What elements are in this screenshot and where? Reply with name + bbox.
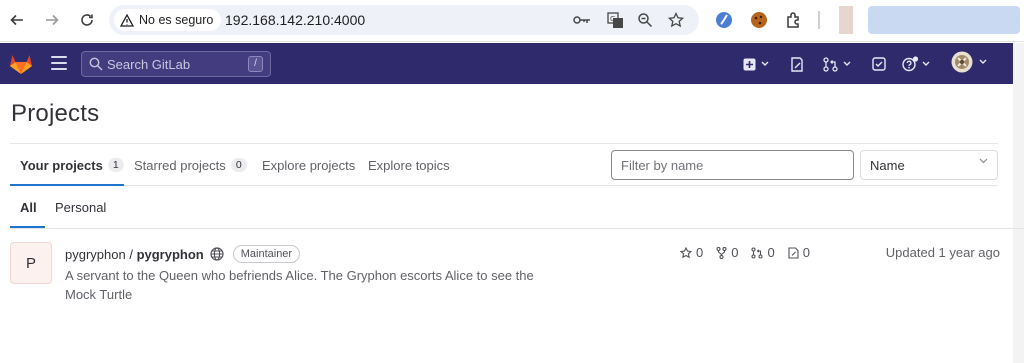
security-chip[interactable]: No es seguro — [114, 9, 222, 31]
help-question-icon — [902, 56, 919, 72]
extension-blue-icon[interactable] — [713, 9, 735, 31]
chevron-down-icon — [761, 61, 769, 66]
search-shortcut-key: / — [248, 56, 263, 72]
page-title: Projects — [11, 100, 100, 127]
zoom-icon[interactable] — [636, 11, 654, 29]
subtab-all[interactable]: All — [20, 186, 37, 228]
password-key-icon[interactable] — [573, 11, 591, 29]
search-icon — [89, 57, 103, 71]
chevron-down-icon — [843, 61, 851, 66]
issues-button[interactable] — [790, 55, 804, 73]
tab-explore-projects[interactable]: Explore projects — [262, 144, 355, 186]
sort-selected-value: Name — [870, 158, 905, 173]
back-arrow-icon[interactable] — [5, 8, 29, 32]
project-link[interactable]: pygryphon / pygryphon — [65, 247, 204, 262]
chevron-down-icon — [979, 59, 987, 64]
translate-icon[interactable]: G — [606, 11, 624, 29]
issues-count: 0 — [802, 245, 810, 260]
fork-icon — [716, 246, 727, 259]
toolbar-divider — [818, 11, 820, 29]
tab-starred-projects[interactable]: Starred projects 0 — [134, 144, 247, 186]
user-avatar — [951, 51, 973, 73]
project-list-item: P pygryphon / pygryphon Maintainer A ser… — [10, 242, 1000, 302]
role-badge: Maintainer — [232, 245, 301, 263]
updated-timestamp: Updated 1 year ago — [885, 245, 1000, 260]
plus-square-icon — [743, 58, 756, 70]
subtab-label: Personal — [55, 199, 107, 215]
url-text[interactable]: 192.168.142.210:4000 — [225, 12, 365, 28]
main-menu-icon[interactable] — [51, 56, 67, 70]
search-placeholder: Search GitLab — [107, 57, 191, 72]
chevron-down-icon — [922, 61, 930, 66]
merge-request-icon — [823, 56, 838, 72]
tab-label: Starred projects — [134, 157, 226, 173]
star-icon — [680, 246, 692, 258]
project-name: pygryphon — [136, 246, 204, 262]
active-subtab-indicator — [10, 226, 45, 228]
chevron-down-icon — [979, 158, 988, 164]
issues-icon — [791, 56, 803, 72]
tab-label: Explore projects — [262, 157, 356, 173]
todo-button[interactable] — [872, 55, 886, 73]
address-bar[interactable]: No es seguro 192.168.142.210:4000 G — [109, 5, 699, 35]
merge-request-icon — [751, 246, 764, 259]
create-new-button[interactable] — [743, 55, 769, 73]
globe-public-icon — [210, 247, 224, 261]
blurred-profile-area — [868, 6, 1020, 34]
project-description: A servant to the Queen who befriends Ali… — [65, 268, 534, 302]
project-namespace: pygryphon / — [65, 246, 133, 262]
merge-requests-stat[interactable]: 0 — [751, 245, 775, 260]
count-badge: 1 — [107, 158, 124, 172]
warning-icon — [120, 13, 134, 27]
gitlab-logo-icon[interactable] — [9, 53, 33, 75]
tab-label: Your projects — [20, 157, 103, 173]
project-avatar[interactable]: P — [10, 242, 52, 284]
cookie-extension-icon[interactable] — [748, 9, 770, 31]
sort-dropdown[interactable]: Name — [860, 150, 998, 180]
tab-your-projects[interactable]: Your projects 1 — [20, 144, 124, 186]
filter-by-name-input[interactable]: Filter by name — [611, 150, 854, 180]
merge-requests-button[interactable] — [823, 55, 851, 73]
merge-requests-count: 0 — [767, 245, 775, 260]
reload-icon[interactable] — [75, 8, 99, 32]
gitlab-search-input[interactable]: Search GitLab / — [81, 51, 271, 77]
count-badge: 0 — [230, 158, 247, 172]
forward-arrow-icon[interactable] — [40, 8, 64, 32]
tab-explore-topics[interactable]: Explore topics — [368, 144, 450, 186]
subtab-label: All — [20, 199, 37, 215]
browser-toolbar: No es seguro 192.168.142.210:4000 G — [0, 0, 1024, 42]
user-menu-button[interactable] — [951, 51, 987, 73]
issues-stat[interactable]: 0 — [788, 245, 810, 260]
security-label: No es seguro — [139, 13, 214, 27]
extensions-puzzle-icon[interactable] — [783, 9, 805, 31]
svg-text:G: G — [610, 15, 615, 23]
forks-count: 0 — [731, 245, 739, 260]
stars-count: 0 — [696, 245, 704, 260]
subtab-personal[interactable]: Personal — [55, 186, 106, 228]
issues-icon — [788, 246, 799, 259]
project-scope-tabs: Your projects 1 Starred projects 0 Explo… — [10, 143, 998, 186]
stars-stat[interactable]: 0 — [680, 245, 703, 260]
todo-checkbox-icon — [872, 57, 886, 71]
project-filter-subtabs: All Personal — [10, 186, 1024, 229]
tab-label: Explore topics — [368, 157, 450, 173]
bookmark-star-icon[interactable] — [667, 11, 685, 29]
forks-stat[interactable]: 0 — [716, 245, 738, 260]
project-stats: 0 0 0 0 — [680, 245, 810, 260]
profile-avatar-blurred[interactable] — [839, 6, 853, 34]
help-button[interactable] — [902, 55, 930, 73]
project-title: pygryphon / pygryphon Maintainer — [65, 245, 301, 263]
gitlab-top-navigation: Search GitLab / — [0, 43, 1013, 84]
